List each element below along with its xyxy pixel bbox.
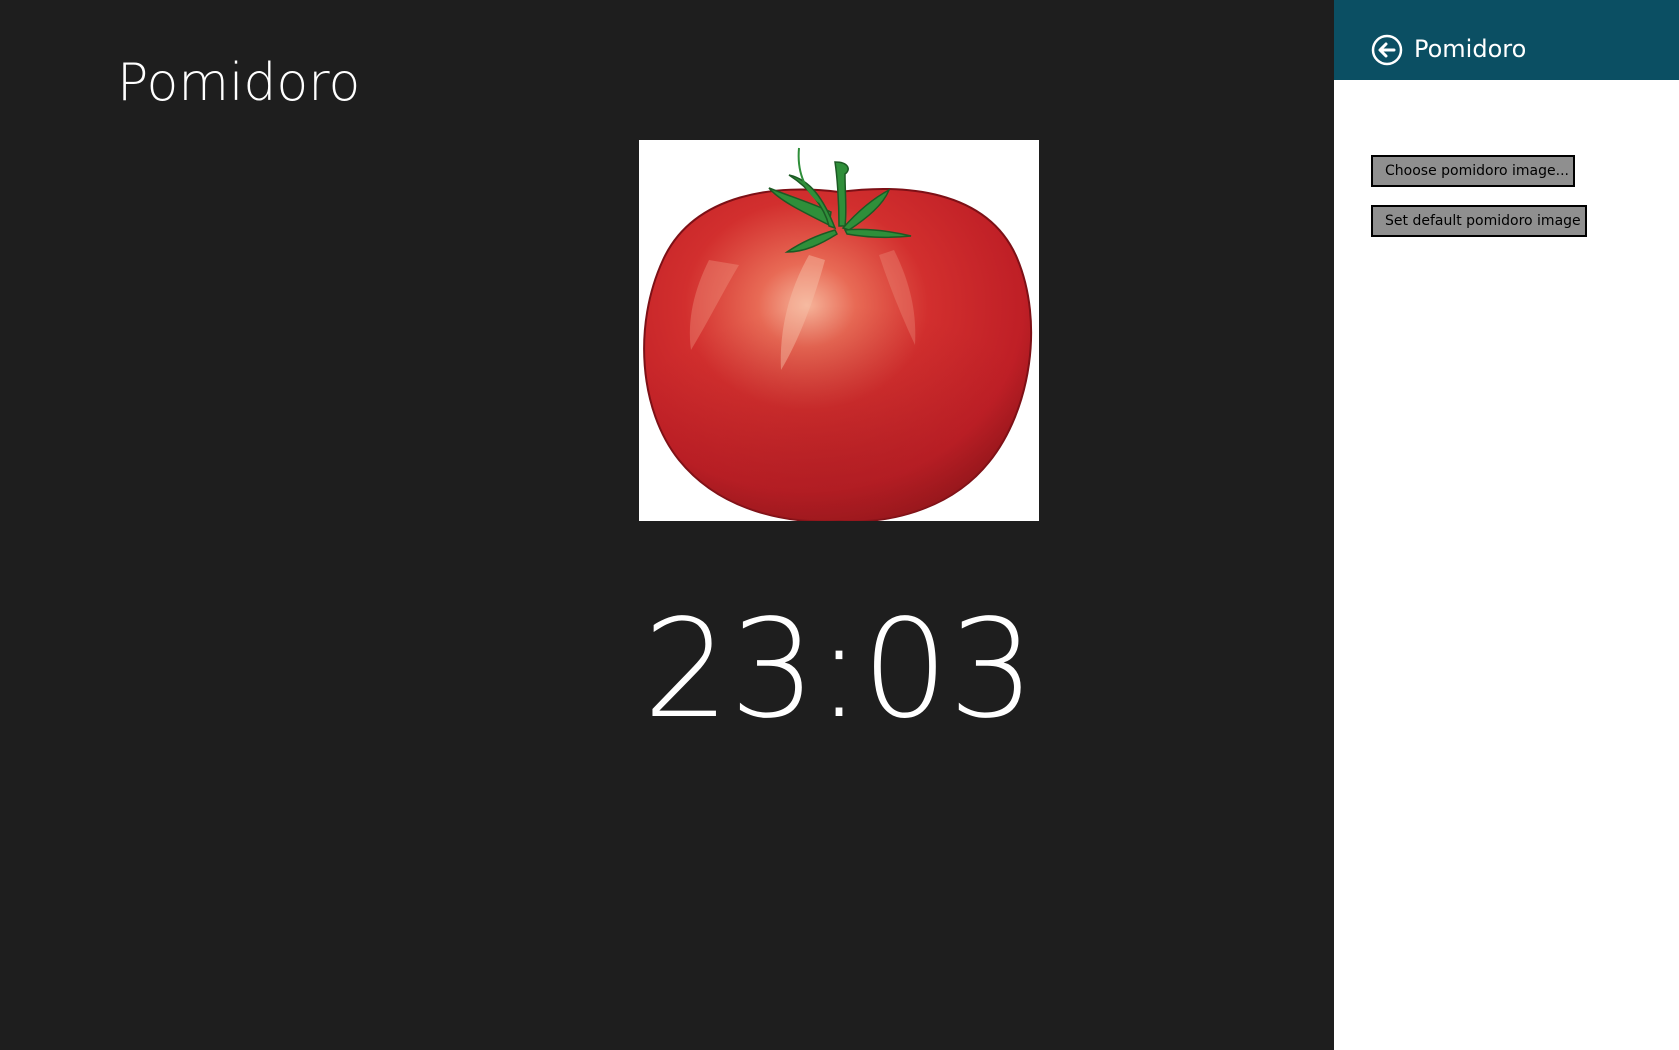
back-arrow-icon	[1371, 34, 1403, 66]
app-main-area: Pomidoro 23:03	[0, 0, 1334, 1050]
settings-flyout: Pomidoro Choose pomidoro image... Set de…	[1334, 0, 1679, 1050]
set-default-image-button[interactable]: Set default pomidoro image	[1371, 205, 1587, 237]
flyout-header: Pomidoro	[1334, 0, 1679, 80]
tomato-image	[643, 147, 1033, 521]
timer-display: 23:03	[643, 591, 1035, 749]
pomidoro-image	[639, 140, 1039, 521]
flyout-title: Pomidoro	[1414, 35, 1527, 63]
page-title: Pomidoro	[117, 53, 361, 113]
back-button[interactable]	[1371, 34, 1403, 66]
choose-image-button[interactable]: Choose pomidoro image...	[1371, 155, 1575, 187]
